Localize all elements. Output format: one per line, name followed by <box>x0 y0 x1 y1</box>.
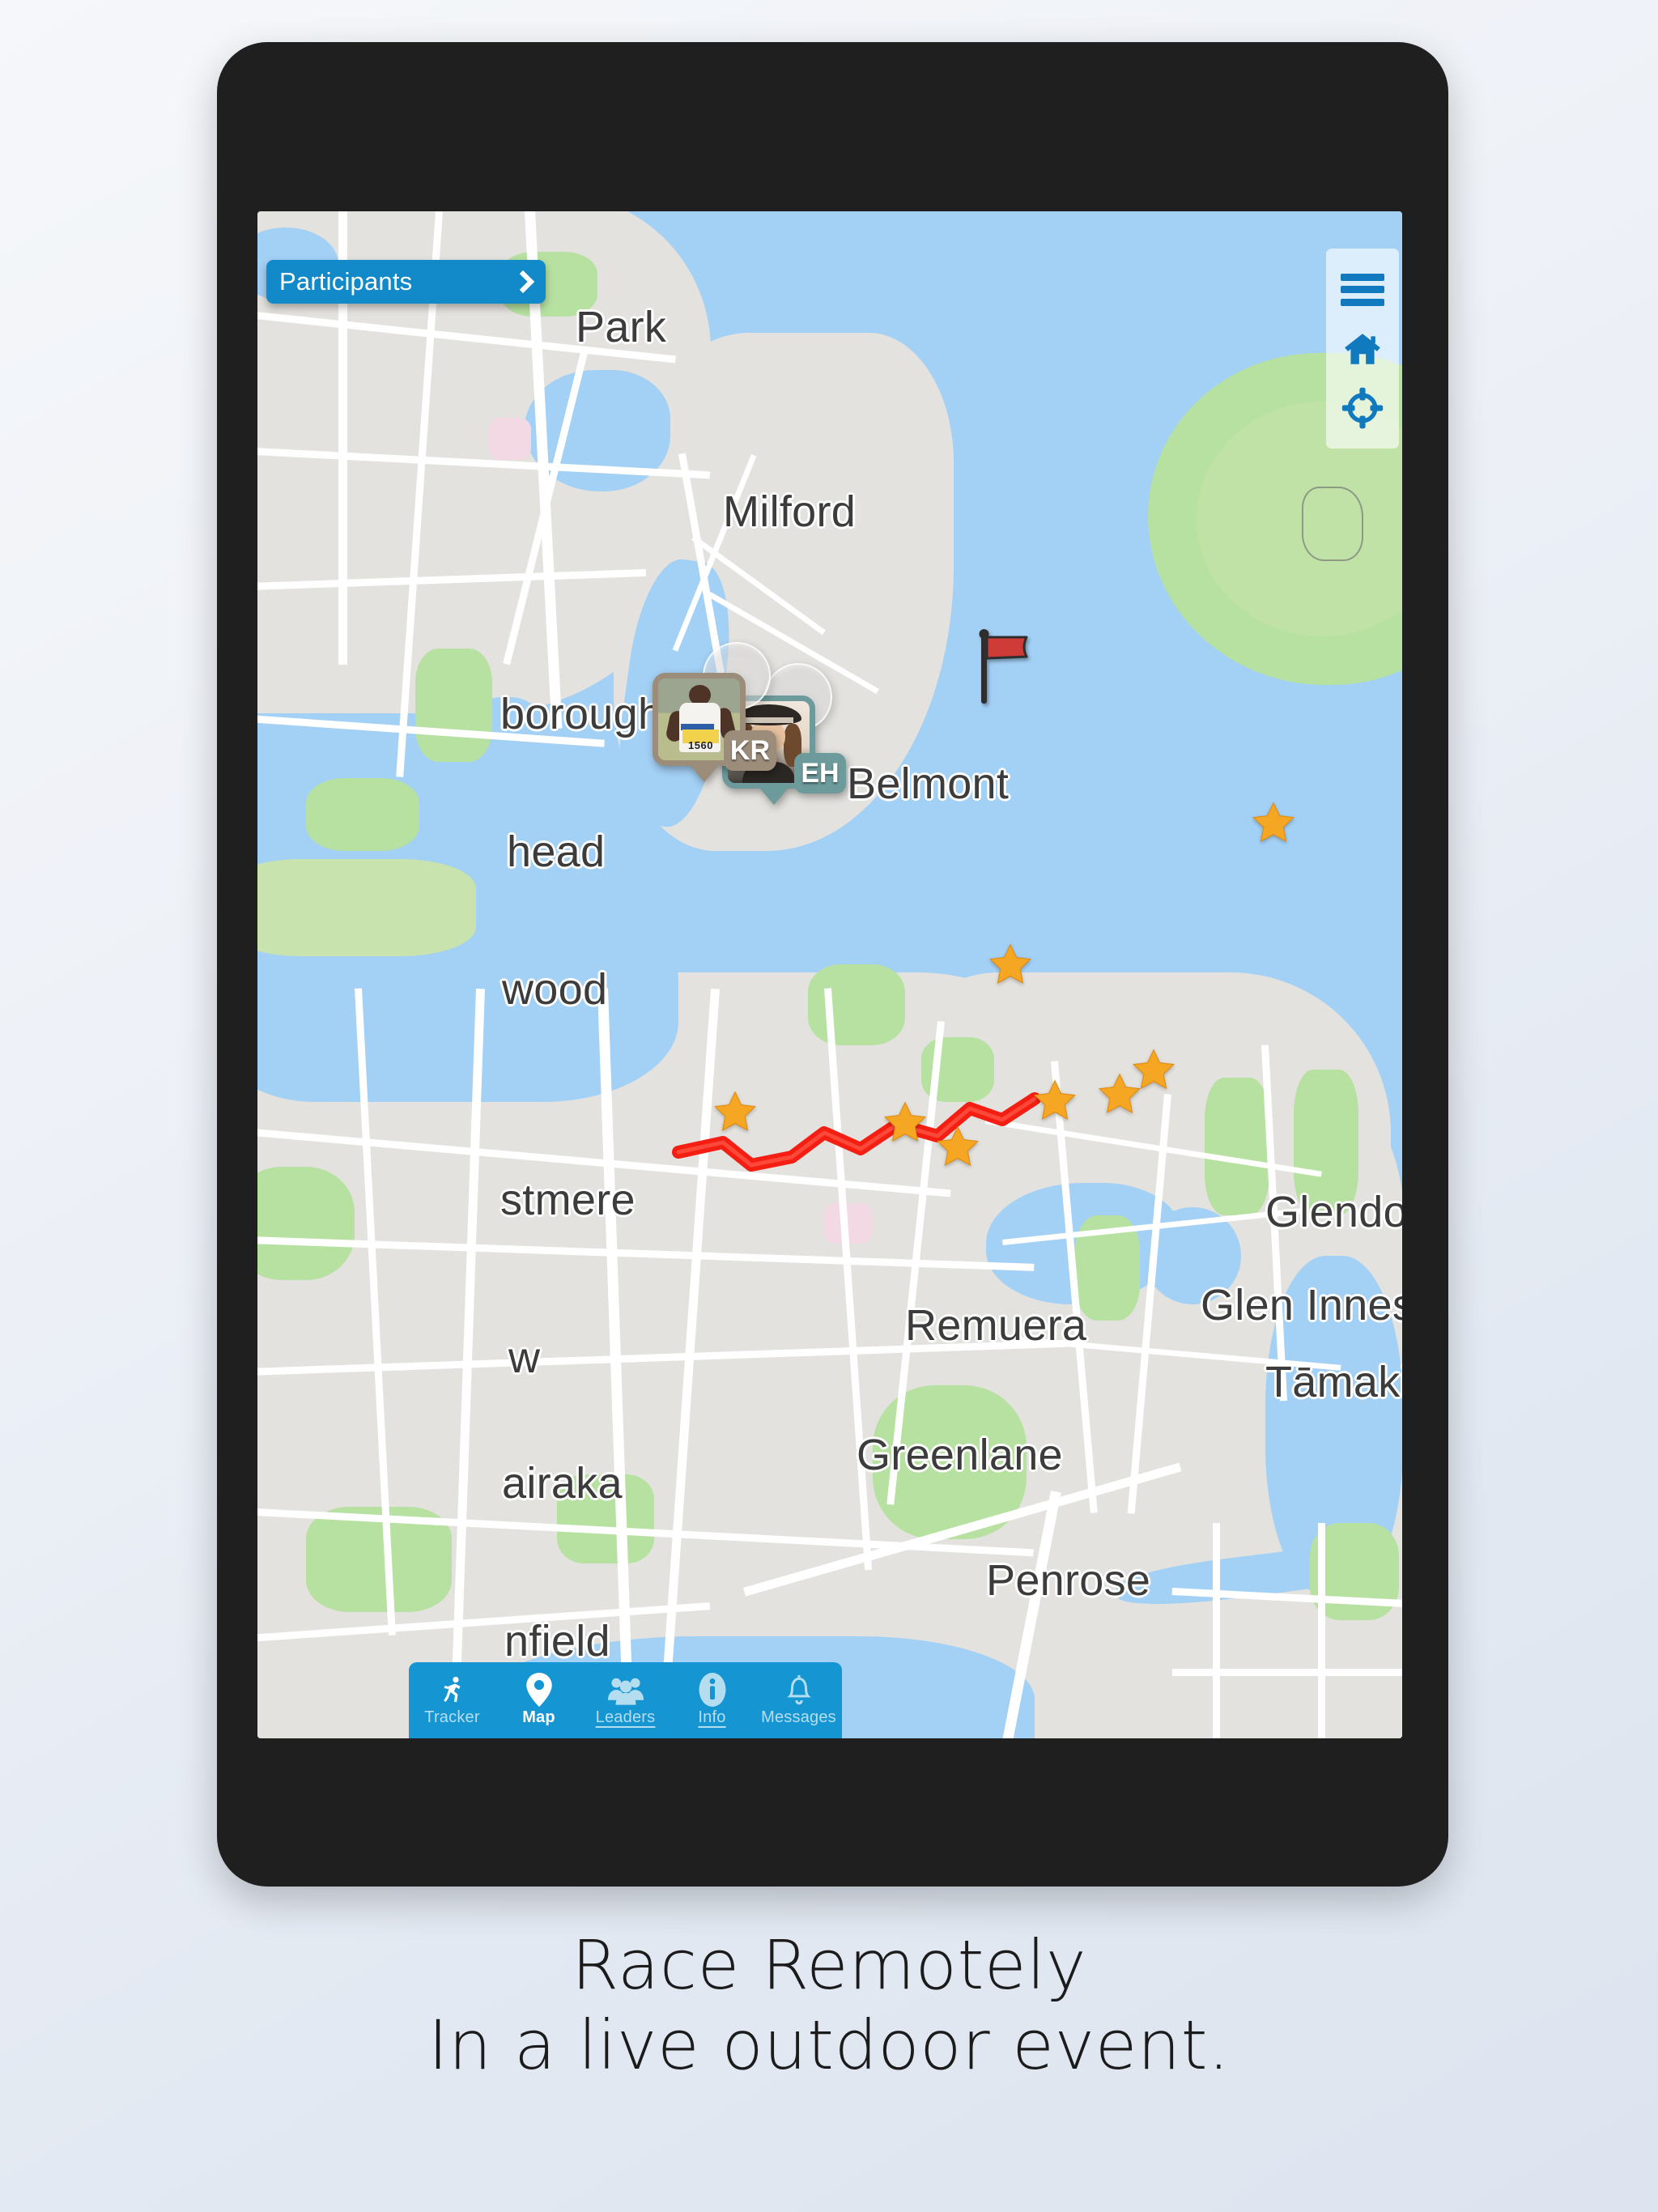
map-label: nfield <box>504 1617 610 1665</box>
map-green-patch-4 <box>306 778 419 851</box>
marker-tail <box>756 784 792 805</box>
map-green-patch-3 <box>257 859 476 956</box>
road-segment <box>1213 1523 1220 1738</box>
map-island-crater-outline <box>1302 487 1363 561</box>
map-green-patch-14 <box>808 964 905 1045</box>
caption-line-1: Race Remotely <box>571 1925 1087 2005</box>
marketing-caption: Race Remotely In a live outdoor event. <box>0 1925 1658 2086</box>
nav-label-map: Map <box>522 1708 555 1726</box>
map-label: Remuera <box>905 1301 1087 1350</box>
map-label: stmere <box>500 1176 636 1224</box>
participants-label: Participants <box>279 267 413 296</box>
nav-label-messages: Messages <box>761 1708 836 1726</box>
map-label: Milford <box>723 487 857 536</box>
map-label: borough <box>500 690 663 738</box>
participant-initials-eh: EH <box>794 753 846 793</box>
checkpoint-star-icon[interactable] <box>1251 800 1296 845</box>
checkpoint-star-icon[interactable] <box>712 1089 758 1134</box>
bottom-navigation-bar: Tracker Map Leaders Info Messages <box>409 1662 842 1738</box>
checkpoint-star-icon[interactable] <box>935 1124 980 1169</box>
map-label: Greenlane <box>857 1431 1063 1479</box>
nav-item-tracker[interactable]: Tracker <box>412 1674 493 1727</box>
bib-number: 1560 <box>688 738 713 751</box>
info-icon <box>699 1672 726 1707</box>
home-icon[interactable] <box>1339 325 1386 372</box>
map-label: airaka <box>502 1459 623 1508</box>
checkpoint-star-icon[interactable] <box>1032 1078 1078 1123</box>
chevron-right-icon <box>513 273 531 291</box>
map-label: Glen Innes <box>1201 1281 1402 1329</box>
nav-item-info[interactable]: Info <box>672 1672 753 1727</box>
map-controls-panel <box>1326 249 1399 449</box>
participant-initials-kr: KR <box>723 730 776 771</box>
road-segment <box>1318 1523 1325 1738</box>
finish-flag-icon <box>979 629 1028 704</box>
nav-item-messages[interactable]: Messages <box>759 1674 840 1727</box>
map-green-patch-7 <box>1205 1078 1269 1215</box>
map-label: Park <box>576 303 667 351</box>
map-label: Tāmaki <box>1265 1358 1402 1406</box>
map-label: Glendowie <box>1265 1188 1402 1236</box>
bell-icon <box>784 1674 814 1707</box>
runner-icon <box>437 1674 468 1707</box>
nav-label-info: Info <box>698 1708 726 1726</box>
caption-line-2: In a live outdoor event. <box>427 2006 1231 2086</box>
nav-item-map[interactable]: Map <box>499 1672 580 1727</box>
checkpoint-star-icon[interactable] <box>882 1100 928 1145</box>
map-label: w <box>508 1334 541 1382</box>
map-canvas[interactable]: Park Milford borough head Belmont wood stmere w… <box>257 211 1402 1738</box>
device-screen: Park Milford borough head Belmont wood stmere w… <box>257 211 1402 1738</box>
map-label: Belmont <box>847 759 1010 808</box>
marker-tail <box>687 761 722 782</box>
hamburger-menu-icon[interactable] <box>1339 266 1386 313</box>
crosshair-locate-icon[interactable] <box>1339 385 1386 432</box>
map-label: Penrose <box>986 1556 1151 1605</box>
nav-item-leaders[interactable]: Leaders <box>585 1674 666 1727</box>
map-green-patch-5 <box>257 1167 355 1280</box>
checkpoint-star-icon[interactable] <box>988 942 1033 987</box>
map-label: head <box>507 827 606 876</box>
participant-marker-kr[interactable]: 1560 KR <box>653 642 776 782</box>
nav-label-tracker: Tracker <box>424 1708 480 1726</box>
people-icon <box>607 1674 644 1707</box>
map-pink-zone <box>489 418 531 460</box>
map-label: wood <box>502 965 608 1014</box>
tablet-device-frame: Park Milford borough head Belmont wood stmere w… <box>217 42 1448 1887</box>
road-segment <box>1172 1669 1402 1676</box>
checkpoint-star-icon[interactable] <box>1131 1047 1176 1092</box>
nav-label-leaders: Leaders <box>595 1708 656 1726</box>
participants-button[interactable]: Participants <box>266 260 546 304</box>
map-green-patch-2 <box>415 649 492 762</box>
map-pin-icon <box>525 1672 552 1707</box>
